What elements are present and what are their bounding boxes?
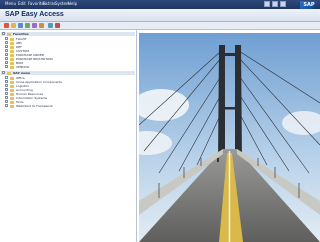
create-role-icon[interactable]: [48, 23, 53, 28]
folder-icon: [10, 41, 14, 45]
expand-icon[interactable]: [5, 80, 8, 83]
tree-favorites-header[interactable]: Favorites: [1, 32, 135, 36]
minimize-button[interactable]: [264, 1, 270, 7]
folder-icon: [10, 57, 14, 61]
folder-icon: [10, 104, 14, 108]
menu-edit[interactable]: Edit: [18, 1, 26, 7]
folder-icon: [10, 76, 14, 80]
collapse-icon[interactable]: [2, 32, 5, 35]
folder-icon: [7, 71, 11, 75]
folder-icon: [10, 84, 14, 88]
expand-icon[interactable]: [5, 53, 8, 56]
sap-logo: SAP: [300, 1, 318, 9]
folder-icon: [10, 53, 14, 57]
expand-icon[interactable]: [5, 61, 8, 64]
folder-icon: [10, 65, 14, 69]
expand-icon[interactable]: [5, 84, 8, 87]
folder-icon: [10, 100, 14, 104]
maximize-button[interactable]: [272, 1, 278, 7]
folder-icon: [10, 61, 14, 65]
add-favorite-icon[interactable]: [11, 23, 16, 28]
tree-sap-menu-header[interactable]: SAP menu: [1, 71, 135, 75]
expand-icon[interactable]: [5, 49, 8, 52]
folder-icon: [10, 49, 14, 53]
expand-icon[interactable]: [5, 104, 8, 107]
expand-icon[interactable]: [5, 92, 8, 95]
menu-extras[interactable]: Extras: [43, 1, 56, 7]
folder-icon: [10, 80, 14, 84]
expand-icon[interactable]: [5, 96, 8, 99]
other-menu-icon[interactable]: [4, 23, 9, 28]
folder-icon: [10, 45, 14, 49]
delete-favorite-icon[interactable]: [18, 23, 23, 28]
tree-label: Favorites: [13, 32, 29, 36]
move-down-icon[interactable]: [39, 23, 44, 28]
expand-icon[interactable]: [5, 100, 8, 103]
collapse-icon[interactable]: [2, 71, 5, 74]
expand-icon[interactable]: [5, 76, 8, 79]
change-favorite-icon[interactable]: [25, 23, 30, 28]
folder-icon: [10, 96, 14, 100]
title-bar: SAP Easy Access: [0, 9, 320, 22]
assign-users-icon[interactable]: [55, 23, 60, 28]
tree-label: WebClient UI Framework: [16, 104, 53, 108]
move-up-icon[interactable]: [32, 23, 37, 28]
folder-icon: [7, 32, 11, 36]
menu-help[interactable]: Help: [68, 1, 77, 7]
tree-label: VENDOR: [16, 65, 29, 69]
menu-menu[interactable]: Menu: [5, 1, 16, 7]
bridge-illustration: [139, 33, 320, 242]
tree-label: SAP menu: [13, 71, 31, 75]
expand-icon[interactable]: [5, 37, 8, 40]
menu-bar: Menu Edit Favorites Extras System Help S…: [0, 0, 320, 9]
folder-icon: [10, 92, 14, 96]
application-toolbar: [0, 22, 320, 30]
navigation-tree: Favorites FLIGHT ABC DEF CUSTOM PURCHASE…: [0, 30, 137, 242]
folder-icon: [10, 88, 14, 92]
expand-icon[interactable]: [5, 57, 8, 60]
expand-icon[interactable]: [5, 45, 8, 48]
close-button[interactable]: [280, 1, 286, 7]
expand-icon[interactable]: [5, 88, 8, 91]
expand-icon[interactable]: [5, 41, 8, 44]
expand-icon[interactable]: [5, 65, 8, 68]
page-title: SAP Easy Access: [5, 11, 64, 18]
folder-icon: [10, 37, 14, 41]
bridge-photo: [139, 33, 320, 242]
